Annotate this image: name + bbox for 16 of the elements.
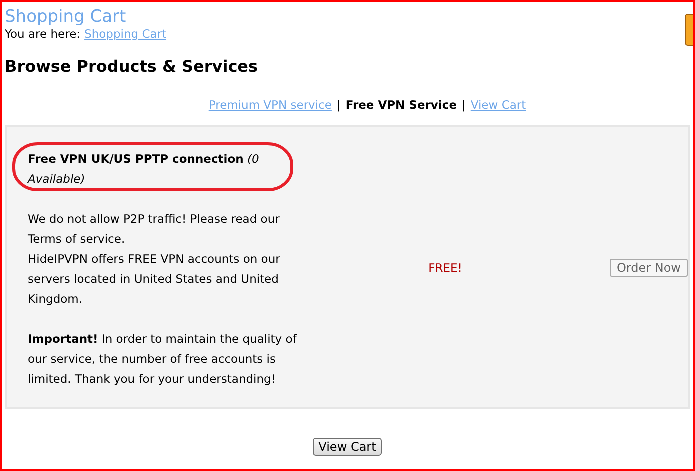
separator: |	[336, 97, 341, 113]
product-name: Free VPN UK/US PPTP connection (0 Available)	[28, 151, 260, 188]
description: HideIPVPN offers FREE VPN accounts on our servers located in United States and United Kingdom.	[28, 251, 282, 308]
section-heading: Browse Products & Services	[5, 57, 260, 77]
breadcrumb-link[interactable]: Shopping Cart	[84, 27, 167, 42]
page-title: Shopping Cart	[5, 7, 128, 27]
nav-link[interactable]: Premium VPN service	[208, 97, 332, 113]
nav-link[interactable]: View Cart	[470, 97, 526, 113]
description: We do not allow P2P traffic! Please read our Terms of service.	[28, 211, 281, 248]
separator: |	[462, 97, 466, 113]
nav-current: Free VPN Service	[346, 97, 457, 113]
order-button[interactable]: Order Now	[610, 259, 688, 277]
view-cart-button[interactable]: View Cart	[312, 438, 382, 456]
breadcrumb-label: You are here:	[5, 27, 81, 42]
price: FREE!	[428, 261, 462, 275]
notice: Important! In order to maintain the quality of our service, the number of free accounts is limited. Thank you for your understanding!	[28, 331, 298, 388]
